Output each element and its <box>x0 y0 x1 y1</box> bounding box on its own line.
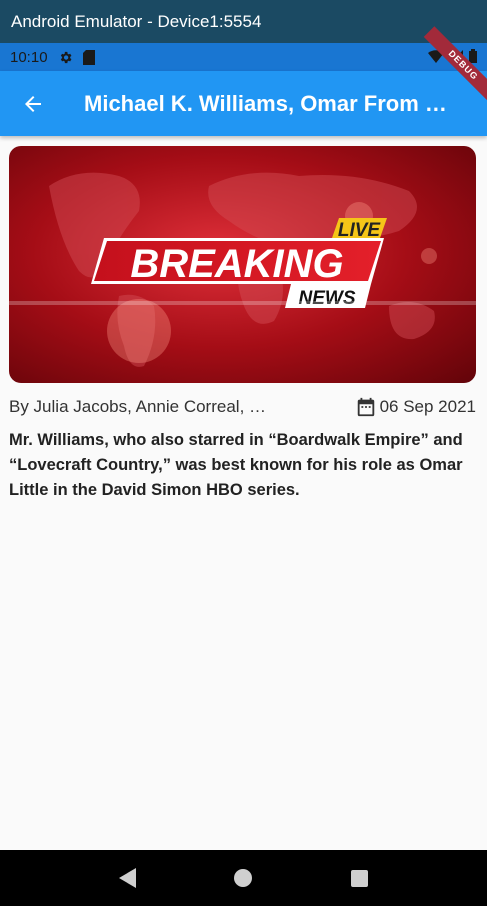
status-time: 10:10 <box>10 48 48 66</box>
page-title: Michael K. Williams, Omar From The Wire,… <box>84 90 454 116</box>
recents-square-icon <box>350 869 368 887</box>
arrow-back-icon <box>25 95 41 112</box>
calendar-icon <box>357 397 374 417</box>
news-text: NEWS <box>299 288 356 309</box>
system-nav-bar <box>0 850 487 906</box>
nav-back-button[interactable] <box>108 858 148 898</box>
back-triangle-icon <box>118 868 136 888</box>
nav-recents-button[interactable] <box>339 858 379 898</box>
back-button[interactable] <box>13 84 53 124</box>
article-date-group: 06 Sep 2021 <box>355 396 476 418</box>
article-meta: By Julia Jacobs, Annie Correal, … 06 Sep… <box>9 394 476 420</box>
article-image: BREAKING LIVE NEWS <box>9 146 476 383</box>
article-date: 06 Sep 2021 <box>379 397 476 416</box>
status-bar: 10:10 <box>0 43 487 71</box>
settings-icon <box>58 50 73 65</box>
home-circle-icon <box>234 869 253 887</box>
app-bar: Michael K. Williams, Omar From The Wire,… <box>0 71 487 136</box>
article-author: By Julia Jacobs, Annie Correal, … <box>9 397 267 416</box>
sd-card-icon <box>82 49 95 65</box>
nav-home-button[interactable] <box>223 858 263 898</box>
window-title: Android Emulator - Device1:5554 <box>0 0 487 43</box>
article-summary: Mr. Williams, who also starred in “Board… <box>9 431 463 499</box>
breaking-text: BREAKING <box>130 242 343 286</box>
live-badge: LIVE <box>338 220 382 241</box>
